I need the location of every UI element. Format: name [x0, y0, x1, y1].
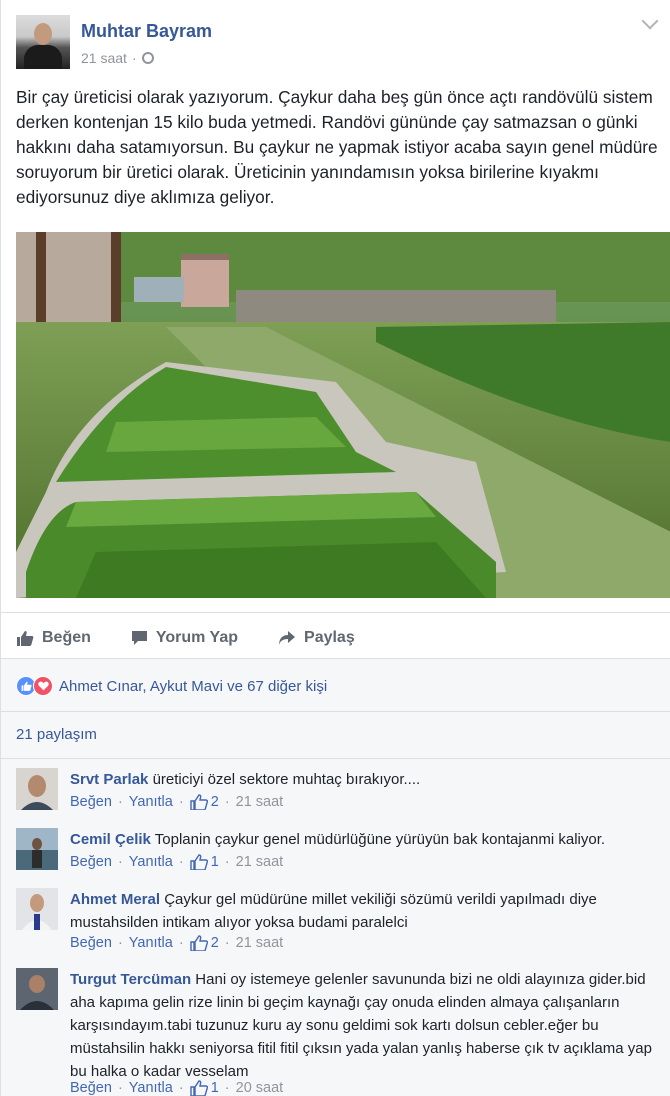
- like-count-value: 1: [210, 1080, 219, 1096]
- commenter-name[interactable]: Turgut Tercüman: [70, 971, 191, 988]
- reactions-text[interactable]: Ahmet Cınar, Aykut Mavi ve 67 diğer kişi: [59, 678, 327, 695]
- post-header: Muhtar Bayram 21 saat ·: [16, 12, 659, 71]
- comment-button[interactable]: Yorum Yap: [131, 629, 238, 647]
- comment: Srvt Parlak üreticiyi özel sektore muhta…: [16, 768, 661, 818]
- globe-icon: [141, 52, 154, 64]
- post-time[interactable]: 21 saat: [81, 50, 127, 66]
- shares-divider: [1, 758, 670, 759]
- thumbs-up-icon: [190, 1080, 208, 1096]
- comment: Turgut Tercüman Hani oy istemeye gelenle…: [16, 968, 661, 1096]
- commenter-avatar[interactable]: [16, 888, 58, 930]
- commenter-avatar[interactable]: [16, 768, 58, 810]
- thumbs-up-icon: [17, 631, 34, 646]
- like-count-value: 2: [210, 935, 219, 951]
- comment-like-link[interactable]: Beğen: [70, 854, 112, 870]
- comment-meta: Beğen · Yanıtla · 1 · 20 saat: [70, 1080, 284, 1096]
- comment-time[interactable]: 20 saat: [236, 1080, 284, 1096]
- comment-time[interactable]: 21 saat: [236, 854, 284, 870]
- comment-reply-link[interactable]: Yanıtla: [129, 935, 173, 951]
- post-meta: 21 saat ·: [81, 50, 154, 66]
- reactions-divider: [1, 711, 670, 712]
- comment-body: Srvt Parlak üreticiyi özel sektore muhta…: [70, 768, 660, 791]
- like-button[interactable]: Beğen: [16, 629, 91, 647]
- post-actions: Beğen Yorum Yap Paylaş: [16, 618, 656, 658]
- comment: Ahmet Meral Çaykur gel müdürüne millet v…: [16, 888, 661, 960]
- comment-time[interactable]: 21 saat: [236, 794, 284, 810]
- thumbs-up-icon: [190, 935, 208, 951]
- author-name[interactable]: Muhtar Bayram: [81, 21, 212, 42]
- comment-like-link[interactable]: Beğen: [70, 794, 112, 810]
- chevron-down-icon[interactable]: [641, 12, 659, 30]
- post-card: Muhtar Bayram 21 saat · Bir çay üreticis…: [0, 0, 670, 1096]
- post-photo[interactable]: [16, 232, 670, 598]
- comment-like-link[interactable]: Beğen: [70, 935, 112, 951]
- commenter-avatar[interactable]: [16, 828, 58, 870]
- commenter-name[interactable]: Cemil Çelik: [70, 831, 151, 848]
- thumbs-up-icon: [190, 794, 208, 810]
- comment-time[interactable]: 21 saat: [236, 935, 284, 951]
- like-count-value: 1: [210, 854, 219, 870]
- like-label: Beğen: [42, 629, 91, 646]
- comment-like-count[interactable]: 2: [190, 935, 219, 951]
- author-avatar[interactable]: [16, 15, 70, 69]
- thumbs-up-icon: [190, 854, 208, 870]
- comment: Cemil Çelik Toplanin çaykur genel müdürl…: [16, 828, 661, 878]
- comment-icon: [131, 631, 147, 645]
- comment-body: Turgut Tercüman Hani oy istemeye gelenle…: [70, 968, 660, 1083]
- actions-top-divider: [1, 612, 670, 613]
- post-text: Bir çay üreticisi olarak yazıyorum. Çayk…: [16, 87, 658, 207]
- comment-meta: Beğen · Yanıtla · 2 · 21 saat: [70, 935, 284, 951]
- reactions-summary[interactable]: Ahmet Cınar, Aykut Mavi ve 67 diğer kişi: [16, 674, 327, 698]
- comment-body: Cemil Çelik Toplanin çaykur genel müdürl…: [70, 828, 660, 851]
- commenter-name[interactable]: Ahmet Meral: [70, 891, 160, 908]
- meta-separator: ·: [131, 50, 137, 66]
- comment-text: Toplanin çaykur genel müdürlüğüne yürüyü…: [154, 831, 606, 848]
- commenter-name[interactable]: Srvt Parlak: [70, 771, 148, 788]
- comment-reply-link[interactable]: Yanıtla: [129, 1080, 173, 1096]
- like-count-value: 2: [210, 794, 219, 810]
- share-label: Paylaş: [304, 629, 355, 646]
- comment-text: üreticiyi özel sektore muhtaç bırakıyor.…: [152, 771, 421, 788]
- share-button[interactable]: Paylaş: [278, 629, 355, 647]
- comment-meta: Beğen · Yanıtla · 1 · 21 saat: [70, 854, 284, 870]
- comment-like-count[interactable]: 1: [190, 854, 219, 870]
- comment-body: Ahmet Meral Çaykur gel müdürüne millet v…: [70, 888, 660, 934]
- comment-reply-link[interactable]: Yanıtla: [129, 854, 173, 870]
- comment-meta: Beğen · Yanıtla · 2 · 21 saat: [70, 794, 284, 810]
- actions-bottom-divider: [1, 658, 670, 659]
- comment-like-count[interactable]: 2: [190, 794, 219, 810]
- shares-count[interactable]: 21 paylaşım: [16, 726, 97, 743]
- commenter-avatar[interactable]: [16, 968, 58, 1010]
- comment-label: Yorum Yap: [155, 629, 239, 646]
- love-reaction-icon: [33, 676, 53, 696]
- share-icon: [279, 631, 296, 645]
- comment-like-link[interactable]: Beğen: [70, 1080, 112, 1096]
- comment-reply-link[interactable]: Yanıtla: [129, 794, 173, 810]
- comment-like-count[interactable]: 1: [190, 1080, 219, 1096]
